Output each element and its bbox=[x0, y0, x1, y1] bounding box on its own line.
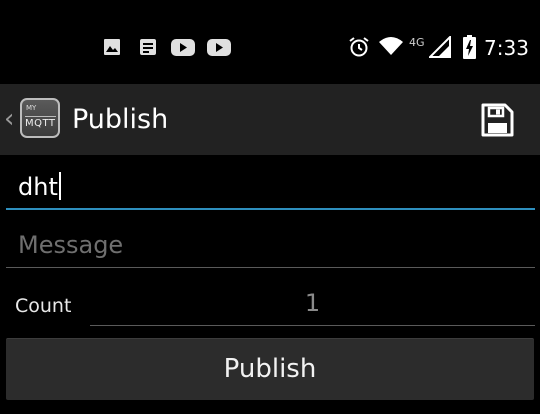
chevron-left-icon: ‹ bbox=[4, 104, 15, 134]
battery-charging-icon bbox=[463, 35, 476, 59]
count-value: 1 bbox=[304, 289, 321, 317]
app-logo: MY MQTT bbox=[20, 98, 60, 138]
status-bar: 4G 7:33 bbox=[0, 0, 540, 84]
count-input[interactable]: 1 bbox=[90, 283, 535, 326]
image-icon bbox=[104, 39, 120, 55]
wifi-icon bbox=[379, 37, 403, 55]
text-cursor bbox=[58, 172, 61, 200]
save-button[interactable] bbox=[474, 99, 520, 141]
logo-main-text: MQTT bbox=[25, 116, 56, 129]
topic-value-text: dht bbox=[18, 173, 58, 201]
alarm-icon bbox=[349, 37, 369, 57]
topic-input-value: dht bbox=[18, 172, 61, 202]
message-input[interactable]: Message bbox=[6, 224, 535, 268]
network-type-label: 4G bbox=[409, 36, 425, 49]
save-icon bbox=[481, 103, 514, 137]
signal-icon bbox=[429, 36, 451, 58]
message-placeholder: Message bbox=[18, 231, 124, 259]
home-up-button[interactable]: ‹ MY MQTT bbox=[0, 84, 66, 155]
news-icon bbox=[140, 39, 156, 55]
youtube-icon bbox=[207, 39, 231, 56]
count-label: Count bbox=[15, 295, 72, 317]
topic-input[interactable]: dht bbox=[6, 164, 535, 210]
page-title: Publish bbox=[72, 104, 169, 135]
logo-top-text: MY bbox=[26, 104, 37, 112]
action-bar: ‹ MY MQTT Publish bbox=[0, 84, 540, 155]
publish-button[interactable]: Publish bbox=[6, 338, 534, 400]
status-clock: 7:33 bbox=[484, 36, 529, 60]
youtube-icon bbox=[171, 39, 195, 56]
